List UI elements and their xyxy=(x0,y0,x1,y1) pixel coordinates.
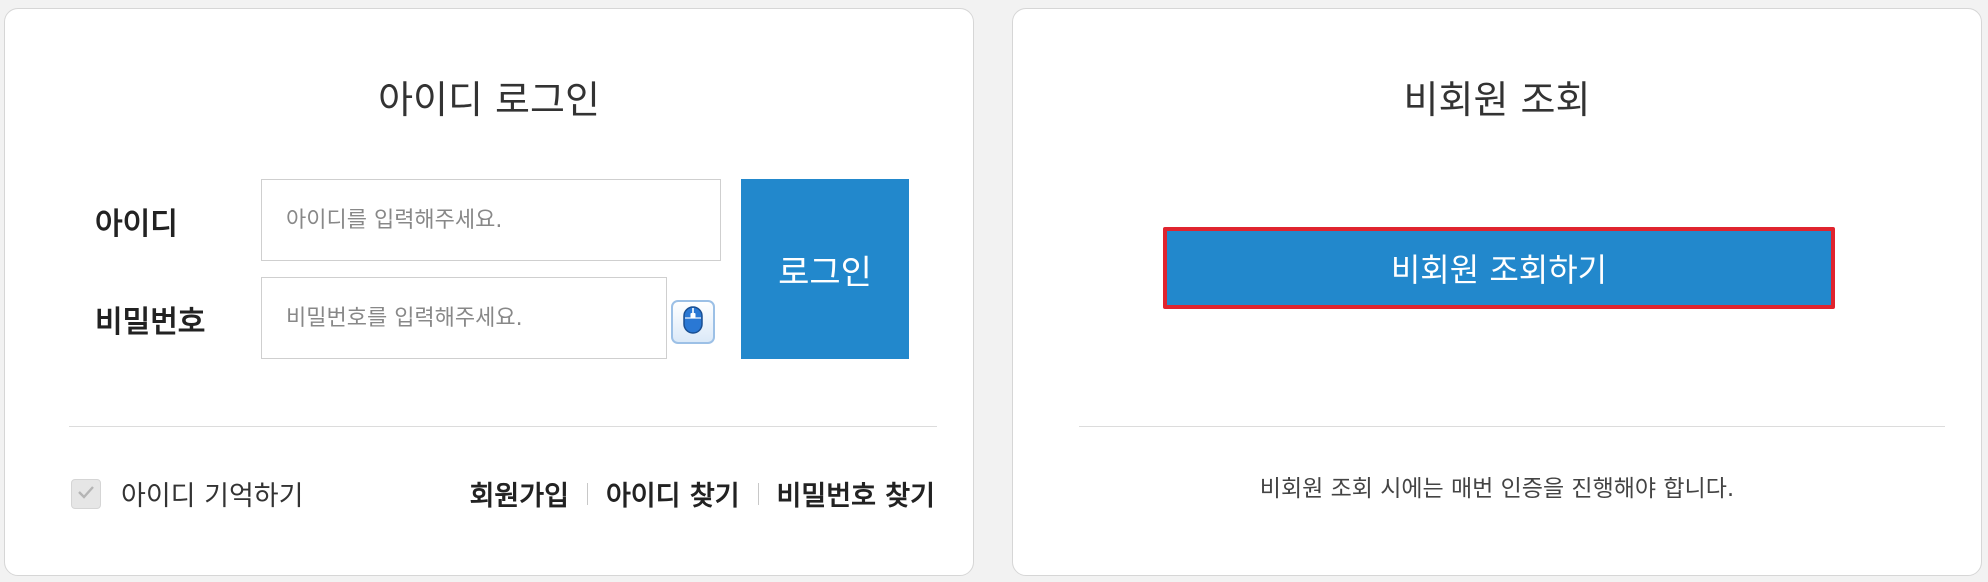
id-label: 아이디 xyxy=(95,207,178,242)
find-id-link[interactable]: 아이디 찾기 xyxy=(606,474,740,513)
login-button[interactable]: 로그인 xyxy=(741,179,909,359)
mouse-keyboard-icon xyxy=(682,305,704,339)
guest-divider xyxy=(1079,426,1945,427)
link-separator xyxy=(757,482,759,505)
guest-title: 비회원 조회 xyxy=(1403,78,1591,122)
signup-link[interactable]: 회원가입 xyxy=(470,474,569,513)
guest-lookup-panel: 비회원 조회 비회원 조회하기 비회원 조회 시에는 매번 인증을 진행해야 합… xyxy=(1012,8,1982,576)
remember-id-label[interactable]: 아이디 기억하기 xyxy=(121,474,303,513)
remember-id-row: 아이디 기억하기 xyxy=(71,474,303,513)
check-icon xyxy=(77,484,95,503)
link-separator xyxy=(586,482,588,505)
id-login-panel: 아이디 로그인 아이디 비밀번호 로그인 아이디 기억하기 회원가입 xyxy=(4,8,974,576)
login-title: 아이디 로그인 xyxy=(378,78,600,122)
password-label: 비밀번호 xyxy=(95,305,206,340)
find-password-link[interactable]: 비밀번호 찾기 xyxy=(777,474,935,513)
account-links: 회원가입 아이디 찾기 비밀번호 찾기 xyxy=(470,474,935,513)
login-divider xyxy=(69,426,937,427)
virtual-keyboard-button[interactable] xyxy=(671,300,715,344)
id-input[interactable] xyxy=(261,179,721,261)
password-input[interactable] xyxy=(261,277,667,359)
guest-notice: 비회원 조회 시에는 매번 인증을 진행해야 합니다. xyxy=(1259,476,1735,502)
remember-id-checkbox[interactable] xyxy=(71,478,101,509)
guest-lookup-button[interactable]: 비회원 조회하기 xyxy=(1163,227,1835,309)
